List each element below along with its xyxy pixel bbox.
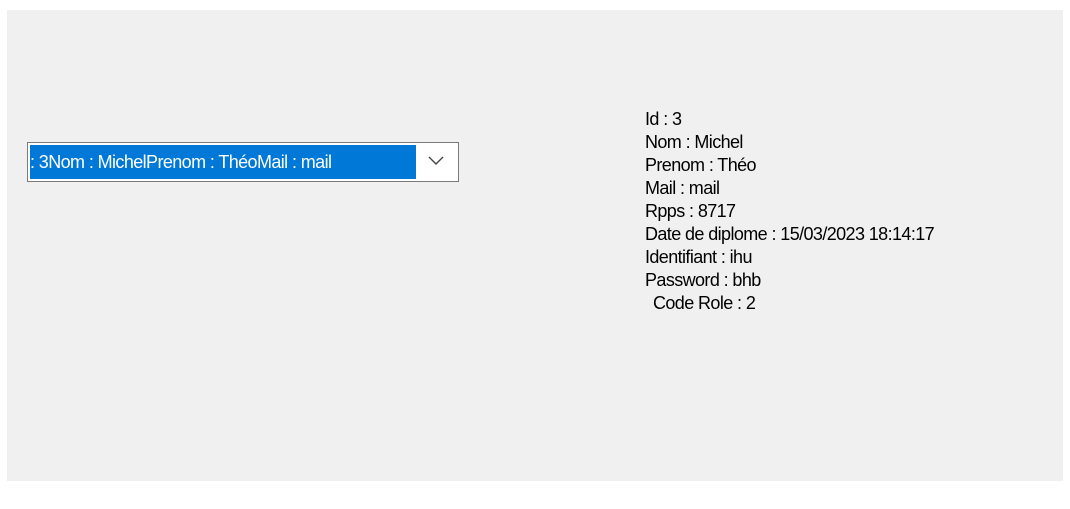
id-label: Id : 3 <box>645 109 682 129</box>
mail-label: Mail : mail <box>645 178 720 198</box>
medecin-combobox[interactable]: : 3Nom : MichelPrenom : ThéoMail : mail <box>27 142 459 182</box>
identifiant-label: Identifiant : ihu <box>645 247 752 267</box>
combobox-selected-text[interactable]: : 3Nom : MichelPrenom : ThéoMail : mail <box>30 145 416 179</box>
combobox-dropdown-button[interactable] <box>416 145 456 179</box>
main-form: : 3Nom : MichelPrenom : ThéoMail : mail … <box>7 10 1063 481</box>
details-panel: Id : 3 Nom : Michel Prenom : Théo Mail :… <box>642 108 935 315</box>
code-role-label: Code Role : 2 <box>653 293 756 313</box>
nom-label: Nom : Michel <box>645 132 743 152</box>
prenom-label: Prenom : Théo <box>645 155 757 175</box>
rpps-label: Rpps : 8717 <box>645 201 736 221</box>
password-label: Password : bhb <box>645 270 761 290</box>
date-diplome-label: Date de diplome : 15/03/2023 18:14:17 <box>645 224 935 244</box>
